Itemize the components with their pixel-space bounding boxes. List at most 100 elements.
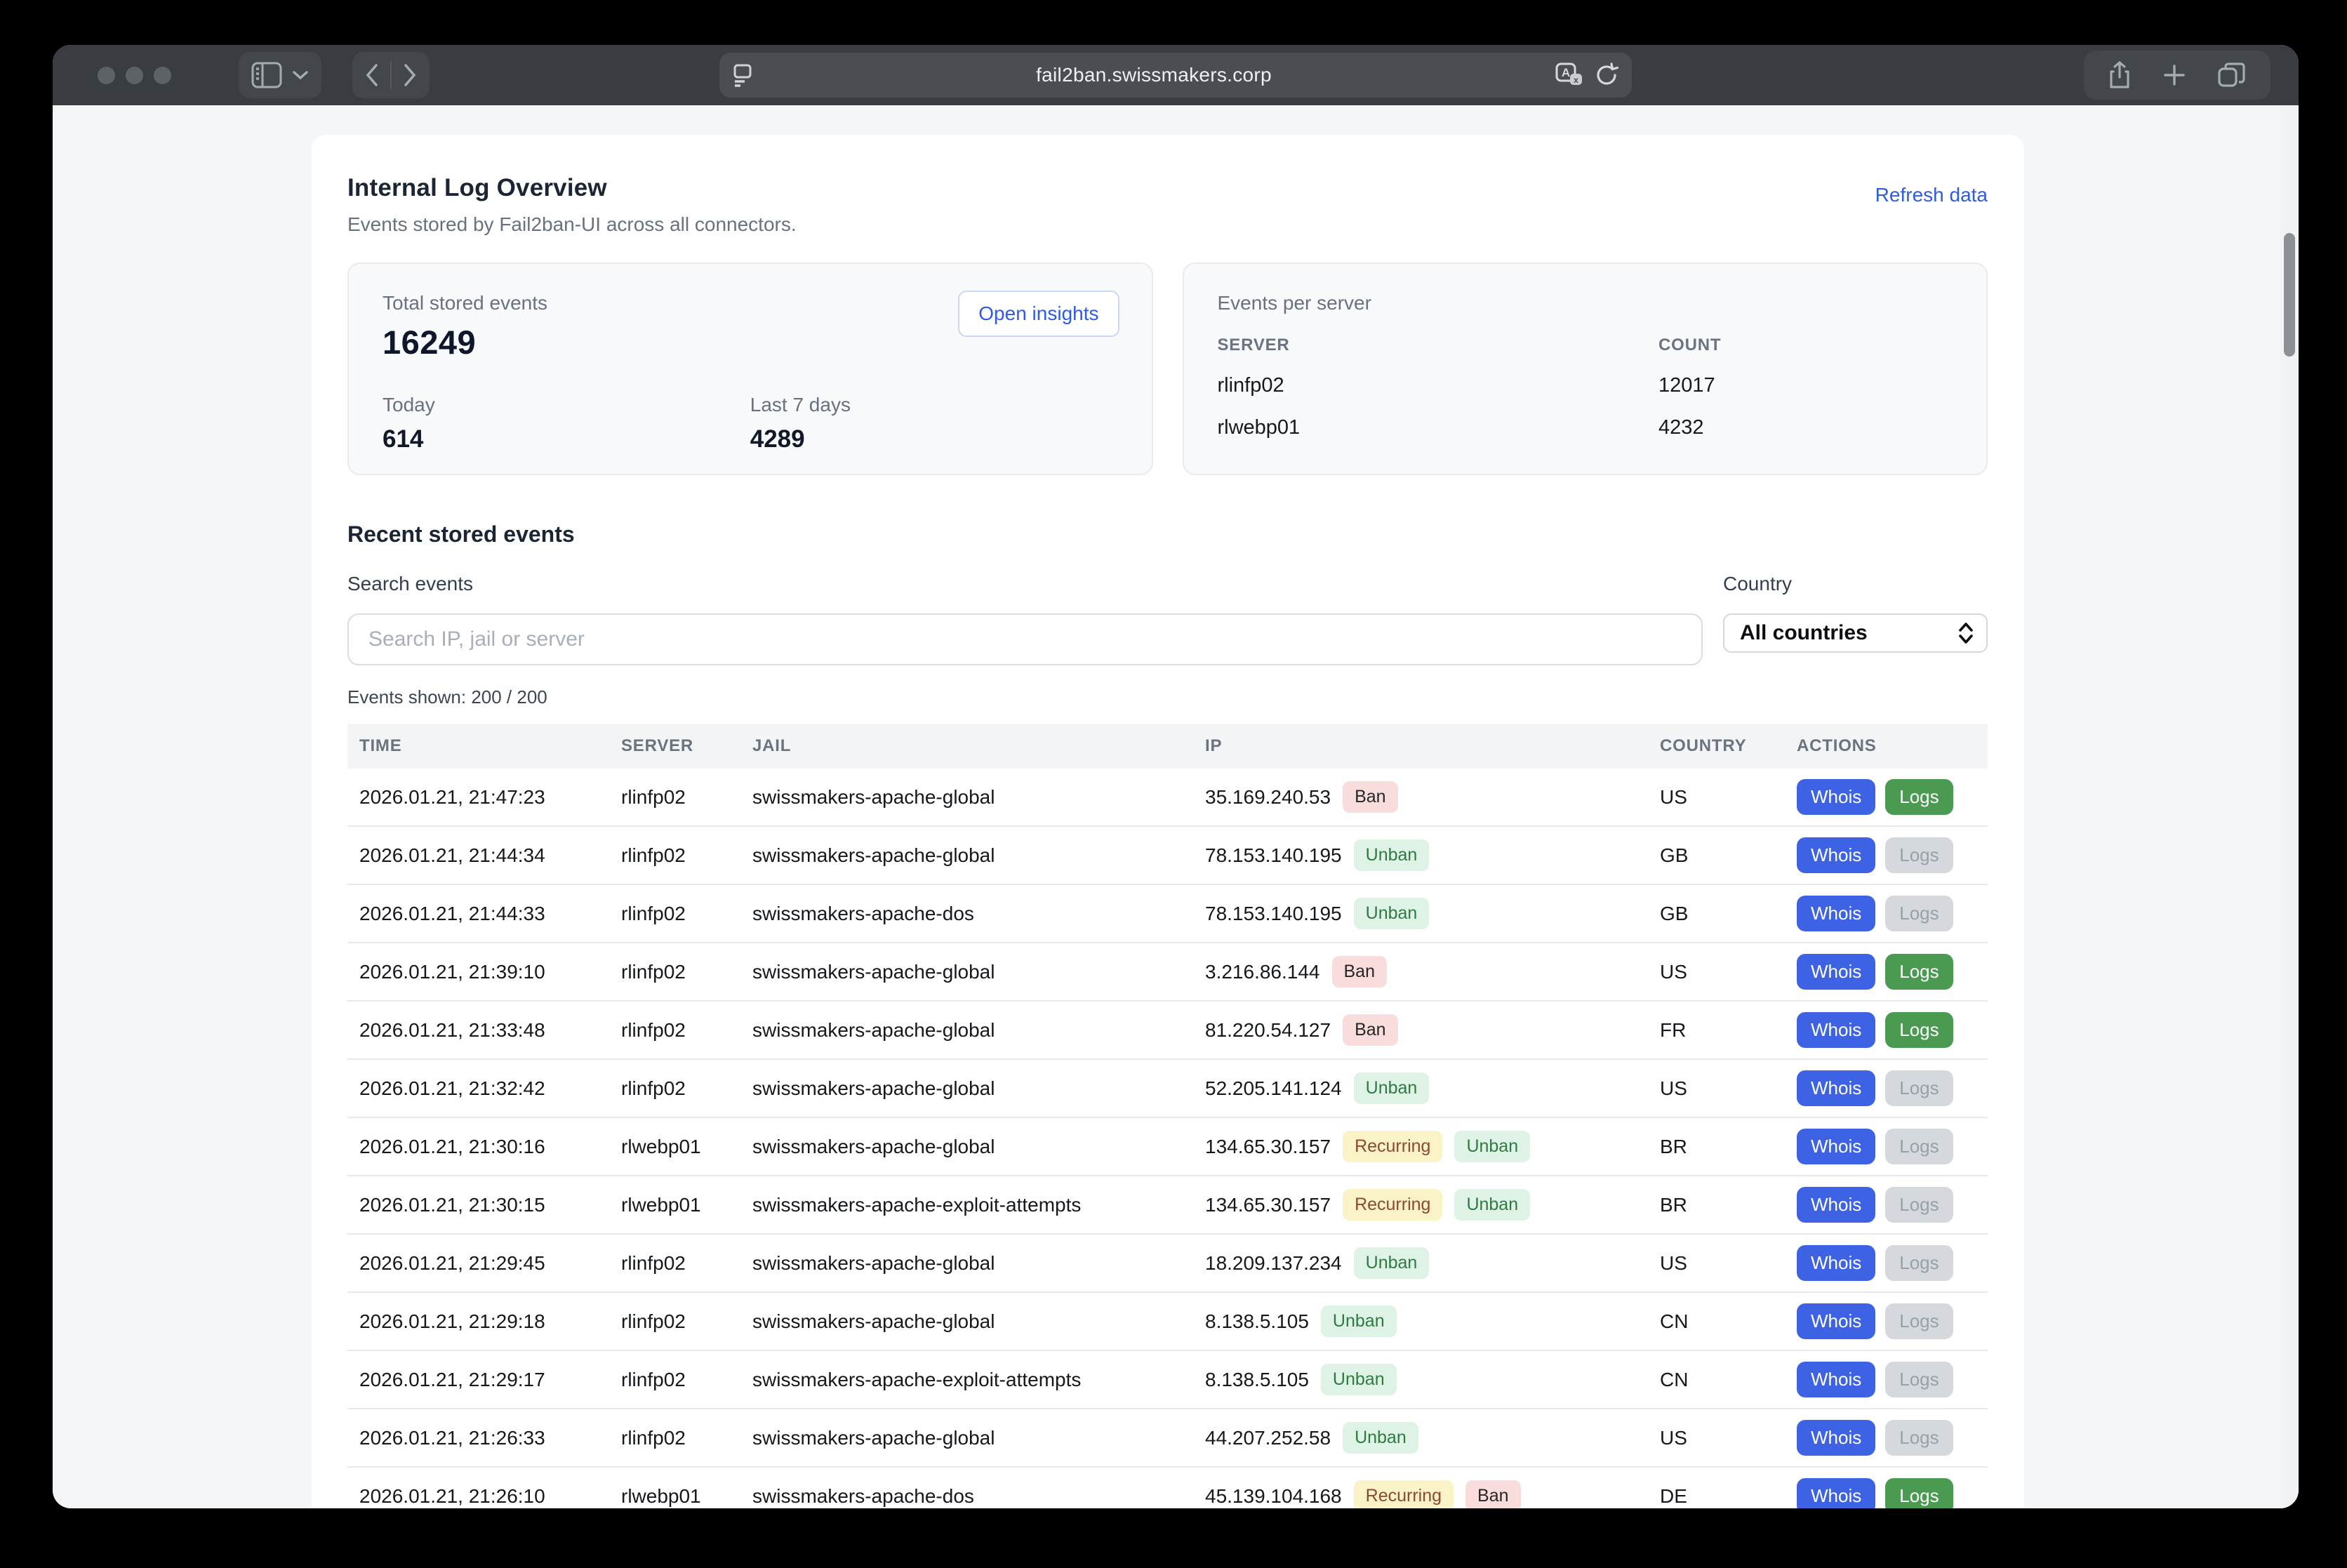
table-row: 2026.01.21, 21:44:33 rlinfp02 swissmaker… — [347, 885, 1988, 943]
table-row: 2026.01.21, 21:47:23 rlinfp02 swissmaker… — [347, 769, 1988, 827]
cell-ip: 52.205.141.124 Unban — [1205, 1072, 1660, 1104]
sidebar-icon[interactable] — [251, 62, 282, 88]
whois-button[interactable]: Whois — [1797, 1303, 1875, 1339]
whois-button[interactable]: Whois — [1797, 1362, 1875, 1397]
cell-actions: Whois Logs — [1797, 837, 1988, 873]
reader-view-icon[interactable] — [732, 61, 753, 89]
table-row: 2026.01.21, 21:29:45 rlinfp02 swissmaker… — [347, 1235, 1988, 1293]
whois-button[interactable]: Whois — [1797, 779, 1875, 815]
logs-button[interactable]: Logs — [1885, 1129, 1953, 1164]
table-row: 2026.01.21, 21:26:10 rlwebp01 swissmaker… — [347, 1468, 1988, 1508]
cell-time: 2026.01.21, 21:44:34 — [347, 844, 621, 867]
logs-button[interactable]: Logs — [1885, 779, 1953, 815]
cell-time: 2026.01.21, 21:30:15 — [347, 1194, 621, 1216]
table-row: 2026.01.21, 21:30:16 rlwebp01 swissmaker… — [347, 1118, 1988, 1176]
page-content: Internal Log Overview Events stored by F… — [53, 105, 2299, 1508]
whois-button[interactable]: Whois — [1797, 1245, 1875, 1281]
traffic-lights — [98, 67, 171, 84]
logs-button[interactable]: Logs — [1885, 1187, 1953, 1223]
close-window-button[interactable] — [98, 67, 115, 84]
logs-button[interactable]: Logs — [1885, 1245, 1953, 1281]
cell-country: US — [1660, 1252, 1797, 1275]
event-ip: 3.216.86.144 — [1205, 961, 1320, 983]
cell-jail: swissmakers-apache-global — [752, 1427, 1205, 1449]
cell-time: 2026.01.21, 21:26:10 — [347, 1485, 621, 1508]
recurring-badge: Recurring — [1343, 1131, 1442, 1162]
server-row: rlinfp02 12017 — [1218, 374, 1953, 397]
minimize-window-button[interactable] — [126, 67, 143, 84]
cell-actions: Whois Logs — [1797, 1362, 1988, 1397]
recurring-badge: Recurring — [1343, 1189, 1442, 1221]
today-stat: Today 614 — [383, 394, 750, 453]
forward-icon[interactable] — [403, 63, 417, 87]
per-server-header: SERVER COUNT — [1218, 335, 1953, 355]
event-ip: 8.138.5.105 — [1205, 1369, 1309, 1391]
cell-jail: swissmakers-apache-global — [752, 1136, 1205, 1158]
browser-titlebar: fail2ban.swissmakers.corp A x — [53, 45, 2299, 105]
cell-country: GB — [1660, 844, 1797, 867]
events-per-server-card: Events per server SERVER COUNT rlinfp02 … — [1183, 263, 1988, 475]
scrollbar-thumb[interactable] — [2284, 233, 2295, 357]
address-bar[interactable]: fail2ban.swissmakers.corp A x — [719, 53, 1632, 98]
cell-ip: 134.65.30.157 RecurringUnban — [1205, 1131, 1660, 1162]
server-name: rlwebp01 — [1218, 416, 1659, 439]
cell-server: rlinfp02 — [621, 786, 752, 809]
per-server-col-count: COUNT — [1658, 335, 1953, 355]
page-title: Internal Log Overview — [347, 174, 797, 202]
logs-button[interactable]: Logs — [1885, 1420, 1953, 1456]
cell-server: rlinfp02 — [621, 903, 752, 925]
col-jail: JAIL — [752, 736, 1205, 756]
whois-button[interactable]: Whois — [1797, 1187, 1875, 1223]
server-count: 4232 — [1658, 416, 1953, 439]
chevron-down-icon[interactable] — [292, 70, 309, 80]
cell-jail: swissmakers-apache-dos — [752, 1485, 1205, 1508]
whois-button[interactable]: Whois — [1797, 954, 1875, 990]
reload-icon[interactable] — [1594, 62, 1619, 88]
whois-button[interactable]: Whois — [1797, 1012, 1875, 1048]
whois-button[interactable]: Whois — [1797, 1420, 1875, 1456]
cell-server: rlinfp02 — [621, 1077, 752, 1100]
whois-button[interactable]: Whois — [1797, 1129, 1875, 1164]
whois-button[interactable]: Whois — [1797, 837, 1875, 873]
recurring-badge: Recurring — [1354, 1480, 1454, 1508]
table-row: 2026.01.21, 21:33:48 rlinfp02 swissmaker… — [347, 1002, 1988, 1060]
country-select-value: All countries — [1740, 621, 1868, 645]
event-ip: 52.205.141.124 — [1205, 1077, 1342, 1100]
cell-jail: swissmakers-apache-global — [752, 961, 1205, 983]
tab-overview-icon[interactable] — [2217, 62, 2247, 88]
cell-actions: Whois Logs — [1797, 1245, 1988, 1281]
translate-icon[interactable]: A x — [1555, 62, 1584, 88]
logs-button[interactable]: Logs — [1885, 896, 1953, 931]
cell-server: rlwebp01 — [621, 1485, 752, 1508]
search-input[interactable] — [347, 613, 1703, 665]
whois-button[interactable]: Whois — [1797, 1070, 1875, 1106]
cell-server: rlinfp02 — [621, 1252, 752, 1275]
event-ip: 78.153.140.195 — [1205, 903, 1342, 925]
new-tab-icon[interactable] — [2162, 63, 2186, 87]
cell-time: 2026.01.21, 21:33:48 — [347, 1019, 621, 1042]
cell-actions: Whois Logs — [1797, 1420, 1988, 1456]
cell-jail: swissmakers-apache-global — [752, 1019, 1205, 1042]
back-icon[interactable] — [365, 63, 379, 87]
logs-button[interactable]: Logs — [1885, 1362, 1953, 1397]
col-ip: IP — [1205, 736, 1660, 756]
logs-button[interactable]: Logs — [1885, 1478, 1953, 1508]
cell-actions: Whois Logs — [1797, 896, 1988, 931]
country-select[interactable]: All countries — [1723, 613, 1988, 653]
logs-button[interactable]: Logs — [1885, 1303, 1953, 1339]
logs-button[interactable]: Logs — [1885, 1012, 1953, 1048]
zoom-window-button[interactable] — [154, 67, 171, 84]
cell-actions: Whois Logs — [1797, 1070, 1988, 1106]
logs-button[interactable]: Logs — [1885, 1070, 1953, 1106]
cell-actions: Whois Logs — [1797, 954, 1988, 990]
col-actions: ACTIONS — [1797, 736, 1988, 756]
cell-time: 2026.01.21, 21:29:45 — [347, 1252, 621, 1275]
share-icon[interactable] — [2108, 60, 2132, 90]
whois-button[interactable]: Whois — [1797, 896, 1875, 931]
cell-country: BR — [1660, 1194, 1797, 1216]
refresh-data-link[interactable]: Refresh data — [1875, 184, 1988, 206]
open-insights-button[interactable]: Open insights — [958, 291, 1119, 337]
logs-button[interactable]: Logs — [1885, 837, 1953, 873]
whois-button[interactable]: Whois — [1797, 1478, 1875, 1508]
logs-button[interactable]: Logs — [1885, 954, 1953, 990]
